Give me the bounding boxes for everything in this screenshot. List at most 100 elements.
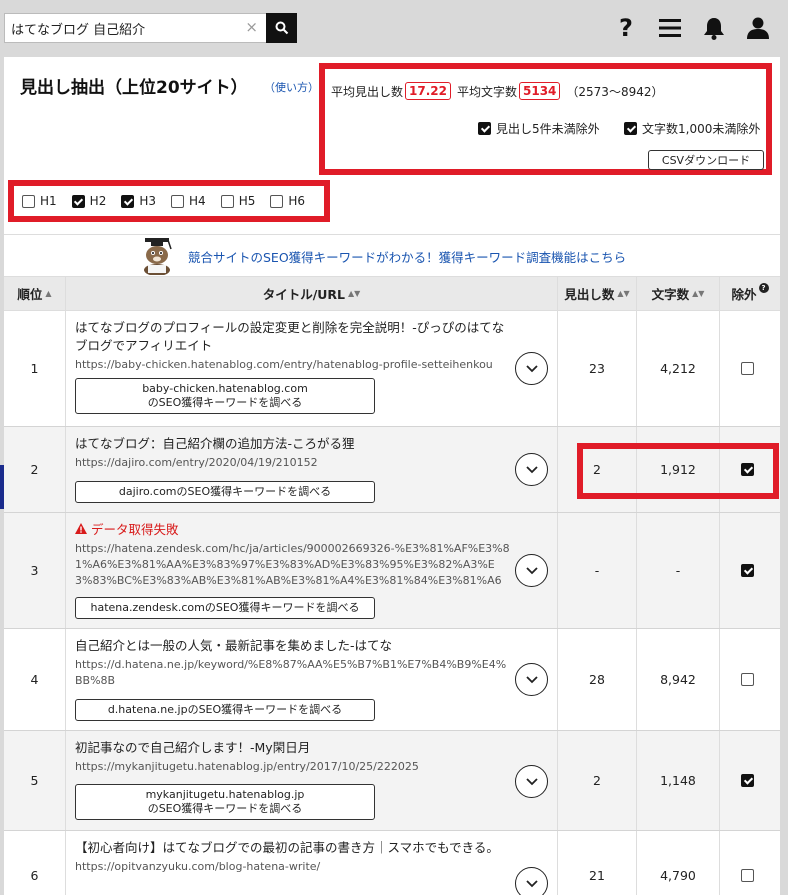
keyword-domain: hatena.zendesk.comのSEO獲得キーワードを調べる xyxy=(90,601,360,614)
chevron-down-icon xyxy=(525,465,538,473)
exclude-checkbox[interactable] xyxy=(741,673,754,686)
rank-cell: 5 xyxy=(4,731,66,830)
col-exclude: 除外? xyxy=(720,277,780,310)
filter-headings-checkbox[interactable]: 見出し5件未満除外 xyxy=(478,120,600,137)
result-title[interactable]: 自己紹介とは一般の人気・最新記事を集めました-はてな xyxy=(75,637,511,655)
rank-cell: 1 xyxy=(4,311,66,426)
user-icon xyxy=(747,17,769,39)
keyword-lookup-button[interactable]: d.hatena.ne.jpのSEO獲得キーワードを調べる xyxy=(75,699,375,721)
avg-chars-badge: 5134 xyxy=(519,82,561,100)
level-option-h4[interactable]: H4 xyxy=(171,194,206,208)
col-chars[interactable]: 文字数 ▲▼ xyxy=(637,277,720,310)
title-cell: 初記事なので自己紹介します！-My閑日月 https://mykanjituget… xyxy=(66,731,558,830)
title-cell: はてなブログ：自己紹介欄の追加方法-ころがる狸 https://dajiro.co… xyxy=(66,427,558,512)
keyword-lookup-button[interactable]: baby-chicken.hatenablog.com のSEO獲得キーワードを調… xyxy=(75,378,375,414)
col-title-label: タイトル/URL xyxy=(262,287,345,302)
promo-link[interactable]: 競合サイトのSEO獲得キーワードがわかる！獲得キーワード調査機能はこちら xyxy=(188,247,626,266)
col-chars-label: 文字数 xyxy=(651,287,690,302)
expand-button[interactable] xyxy=(515,765,548,798)
char-count-cell: 1,148 xyxy=(637,731,720,830)
user-button[interactable] xyxy=(744,14,772,42)
title-cell: 【初心者向け】はてなブログでの最初の記事の書き方｜スマホでもできる。 https:… xyxy=(66,831,558,895)
table-header: 順位 ▲ タイトル/URL ▲▼ 見出し数 ▲▼ 文字数 ▲▼ 除外? xyxy=(4,276,780,311)
result-title[interactable]: はてなブログ：自己紹介欄の追加方法-ころがる狸 xyxy=(75,435,511,453)
exclude-checkbox[interactable] xyxy=(741,869,754,882)
sort-asc-icon: ▲ xyxy=(45,289,52,298)
exclude-cell xyxy=(720,311,780,426)
headings-count-cell: 21 xyxy=(558,831,637,895)
exclude-cell xyxy=(720,831,780,895)
sort-icon: ▲▼ xyxy=(348,289,361,298)
level-option-h3[interactable]: H3 xyxy=(121,194,156,208)
table-row: 5 初記事なので自己紹介します！-My閑日月 https://mykanjituge… xyxy=(4,731,780,831)
keyword-suffix: のSEO獲得キーワードを調べる xyxy=(147,396,303,409)
result-url: https://baby-chicken.hatenablog.com/entr… xyxy=(75,358,493,371)
level-label: H4 xyxy=(189,194,206,208)
keyword-lookup-button[interactable]: hatena.zendesk.comのSEO獲得キーワードを調べる xyxy=(75,597,375,619)
keyword-domain: baby-chicken.hatenablog.com xyxy=(142,382,308,395)
error-message: データ取得失敗 xyxy=(75,521,511,539)
chevron-down-icon xyxy=(525,777,538,785)
level-option-h5[interactable]: H5 xyxy=(220,194,255,208)
char-count-cell: 4,212 xyxy=(637,311,720,426)
level-option-h2[interactable]: H2 xyxy=(71,194,107,208)
level-option-h6[interactable]: H6 xyxy=(270,194,305,208)
level-checkbox[interactable] xyxy=(22,194,35,208)
help-icon[interactable]: ? xyxy=(758,282,769,293)
result-url: https://hatena.zendesk.com/hc/ja/article… xyxy=(75,542,510,587)
search-button[interactable] xyxy=(266,13,297,43)
expand-button[interactable] xyxy=(515,663,548,696)
clear-icon[interactable]: × xyxy=(245,18,258,36)
checkbox-checked[interactable] xyxy=(624,122,637,135)
level-label: H2 xyxy=(89,194,107,208)
headings-count-cell: - xyxy=(558,513,637,628)
left-edge-marker xyxy=(0,465,4,509)
stats-summary: 平均見出し数 17.22 平均文字数 5134 （2573〜8942） xyxy=(331,82,664,100)
result-title[interactable]: はてなブログのプロフィールの設定変更と削除を完全説明！-ぴっぴのはてなブログでア… xyxy=(75,319,511,355)
title-cell: はてなブログのプロフィールの設定変更と削除を完全説明！-ぴっぴのはてなブログでア… xyxy=(66,311,558,426)
table-row: 6 【初心者向け】はてなブログでの最初の記事の書き方｜スマホでもできる。 https… xyxy=(4,831,780,895)
level-label: H6 xyxy=(288,194,306,208)
notification-button[interactable] xyxy=(700,14,728,42)
exclude-checkbox[interactable] xyxy=(741,774,754,787)
checkbox-checked[interactable] xyxy=(478,122,491,135)
help-button[interactable]: ? xyxy=(612,14,640,42)
col-title[interactable]: タイトル/URL ▲▼ xyxy=(66,277,558,310)
level-label: H1 xyxy=(40,194,57,208)
keyword-suffix: のSEO獲得キーワードを調べる xyxy=(147,802,303,815)
col-rank[interactable]: 順位 ▲ xyxy=(4,277,66,310)
level-option-h1[interactable]: H1 xyxy=(22,194,57,208)
howto-link[interactable]: （使い方） xyxy=(264,79,319,95)
keyword-lookup-button[interactable]: mykanjitugetu.hatenablog.jp のSEO獲得キーワードを調… xyxy=(75,784,375,820)
table-row: 1 はてなブログのプロフィールの設定変更と削除を完全説明！-ぴっぴのはてなブログで… xyxy=(4,311,780,427)
col-exclude-label: 除外 xyxy=(731,287,757,302)
search-input[interactable] xyxy=(5,14,235,42)
expand-button[interactable] xyxy=(515,554,548,587)
exclude-checkbox[interactable] xyxy=(741,564,754,577)
level-checkbox[interactable] xyxy=(270,194,284,208)
level-checkbox[interactable] xyxy=(71,194,85,208)
search-box: × xyxy=(4,13,266,43)
keyword-lookup-button[interactable]: dajiro.comのSEO獲得キーワードを調べる xyxy=(75,481,375,503)
expand-button[interactable] xyxy=(515,453,548,486)
expand-button[interactable] xyxy=(515,352,548,385)
level-checkbox[interactable] xyxy=(220,194,234,208)
chars-range: （2573〜8942） xyxy=(566,84,664,99)
menu-button[interactable] xyxy=(656,14,684,42)
result-title[interactable]: 初記事なので自己紹介します！-My閑日月 xyxy=(75,739,511,757)
main-card: 見出し抽出（上位20サイト） （使い方） 平均見出し数 17.22 平均文字数 … xyxy=(4,57,780,895)
exclude-checkbox[interactable] xyxy=(741,362,754,375)
exclude-cell xyxy=(720,513,780,628)
filter-chars-checkbox[interactable]: 文字数1,000未満除外 xyxy=(624,120,760,137)
search-icon xyxy=(275,21,288,35)
level-checkbox[interactable] xyxy=(171,194,185,208)
col-headings[interactable]: 見出し数 ▲▼ xyxy=(558,277,637,310)
expand-button[interactable] xyxy=(515,867,548,895)
bell-icon xyxy=(704,18,724,40)
highlight-outline xyxy=(577,443,779,499)
level-checkbox[interactable] xyxy=(121,194,135,208)
headings-count-cell: 28 xyxy=(558,629,637,730)
menu-icon xyxy=(659,19,681,37)
result-title[interactable]: 【初心者向け】はてなブログでの最初の記事の書き方｜スマホでもできる。 xyxy=(75,839,511,857)
csv-download-button[interactable]: CSVダウンロード xyxy=(648,150,764,170)
